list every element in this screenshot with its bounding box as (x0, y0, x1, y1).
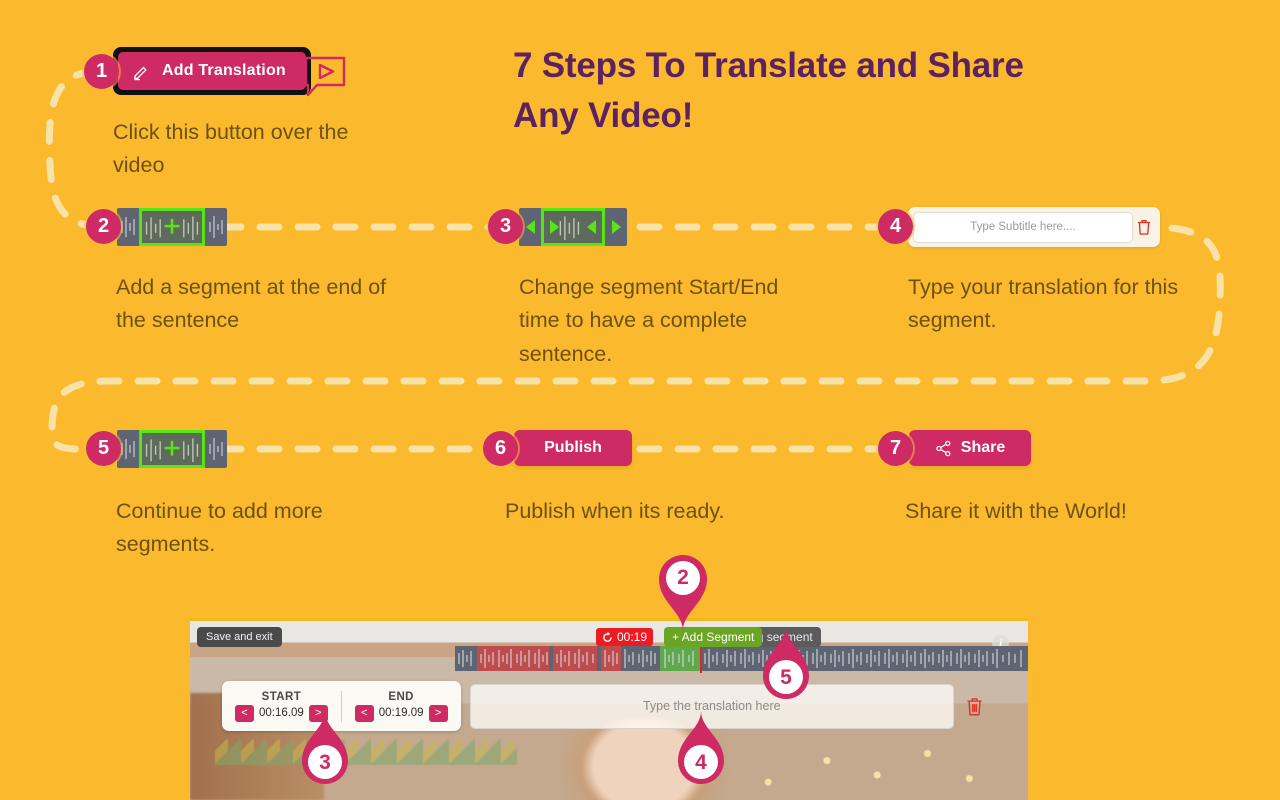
step-badge-2: 2 (86, 209, 121, 244)
page-title: 7 Steps To Translate and Share Any Video… (513, 46, 1024, 135)
add-translation-label: Add Translation (162, 62, 286, 79)
share-icon (935, 440, 951, 456)
start-label: START (261, 690, 302, 703)
callout-marker-4: 4 (676, 711, 726, 794)
end-label: END (388, 690, 414, 703)
waveform-selected-region[interactable]: + (139, 208, 205, 246)
pin-up-shape (302, 711, 348, 784)
step-badge-6: 6 (483, 431, 518, 466)
callout-marker-5: 5 (761, 626, 811, 709)
step-caption-7: Share it with the World! (905, 499, 1127, 523)
trim-left-handle-icon[interactable] (525, 220, 535, 234)
waveform-right-region (205, 430, 227, 468)
end-increment-button[interactable]: > (428, 704, 448, 722)
callout-number-2: 2 (677, 566, 689, 589)
start-decrement-button[interactable]: < (235, 704, 254, 722)
recording-timer: 00:19 (596, 628, 654, 646)
subtitle-input[interactable]: Type Subtitle here.... (913, 211, 1133, 243)
trash-icon (966, 697, 982, 715)
share-label: Share (960, 439, 1006, 456)
publish-button[interactable]: Publish (514, 430, 632, 466)
delete-subtitle-button[interactable] (1133, 219, 1155, 235)
waveform-right-region (605, 208, 627, 246)
step-badge-4: 4 (878, 209, 913, 244)
reset-icon (603, 631, 612, 642)
pin-up-shape (763, 626, 809, 699)
step-caption-5: Continue to add more segments. (116, 499, 323, 557)
share-button[interactable]: Share (909, 430, 1031, 466)
step-caption-6: Publish when its ready. (505, 499, 725, 523)
video-bubble-icon (304, 56, 346, 97)
timeline-waveform-bars (458, 646, 1022, 671)
timer-value: 00:19 (617, 630, 648, 644)
add-translation-button-frame: Add Translation (113, 47, 311, 95)
waveform-segment-trim-3[interactable] (519, 208, 627, 246)
waveform-bars (209, 216, 223, 238)
publish-label: Publish (544, 439, 602, 456)
callout-marker-3: 3 (300, 711, 350, 794)
save-and-exit-button[interactable]: Save and exit (197, 627, 282, 647)
end-decrement-button[interactable]: < (354, 704, 374, 722)
end-time-control: END < 00:19.09 > (340, 690, 461, 722)
step-caption-3: Change segment Start/End time to have a … (519, 275, 779, 366)
callout-number-4: 4 (695, 751, 707, 774)
step-caption-1: Click this button over the video (113, 120, 349, 178)
callout-number-3: 3 (319, 751, 331, 774)
waveform-selected-region[interactable]: + (139, 430, 205, 468)
step-caption-2: Add a segment at the end of the sentence (116, 275, 387, 333)
timeline-waveform[interactable] (455, 640, 1028, 673)
pin-up-shape (678, 711, 724, 784)
delete-segment-button[interactable] (954, 697, 994, 716)
step-badge-7: 7 (878, 431, 913, 466)
waveform-right-region (205, 208, 227, 246)
step-badge-1: 1 (84, 54, 119, 89)
infographic-page: 7 Steps To Translate and Share Any Video… (0, 0, 1280, 800)
pencil-icon (133, 66, 147, 80)
add-translation-button[interactable]: Add Translation (118, 52, 306, 90)
step-badge-3: 3 (488, 209, 523, 244)
pin-down-shape (659, 555, 707, 631)
waveform-segment-add-2[interactable]: + (117, 208, 227, 246)
start-time-value: 00:16.09 (259, 707, 304, 719)
step-caption-4: Type your translation for this segment. (908, 275, 1179, 333)
waveform-selected-region[interactable] (541, 208, 605, 246)
trash-icon (1138, 219, 1150, 235)
subtitle-input-row: Type Subtitle here.... (908, 207, 1160, 247)
step-badge-5: 5 (86, 431, 121, 466)
segment-play-left-icon[interactable] (550, 220, 559, 234)
callout-number-5: 5 (780, 666, 792, 689)
trim-right-handle-icon[interactable] (611, 220, 621, 234)
callout-marker-2: 2 (657, 552, 709, 637)
segment-play-right-icon[interactable] (587, 220, 596, 234)
waveform-bars (209, 438, 223, 460)
waveform-segment-add-5[interactable]: + (117, 430, 227, 468)
video-background-detail (215, 739, 517, 766)
end-time-value: 00:19.09 (378, 707, 424, 719)
